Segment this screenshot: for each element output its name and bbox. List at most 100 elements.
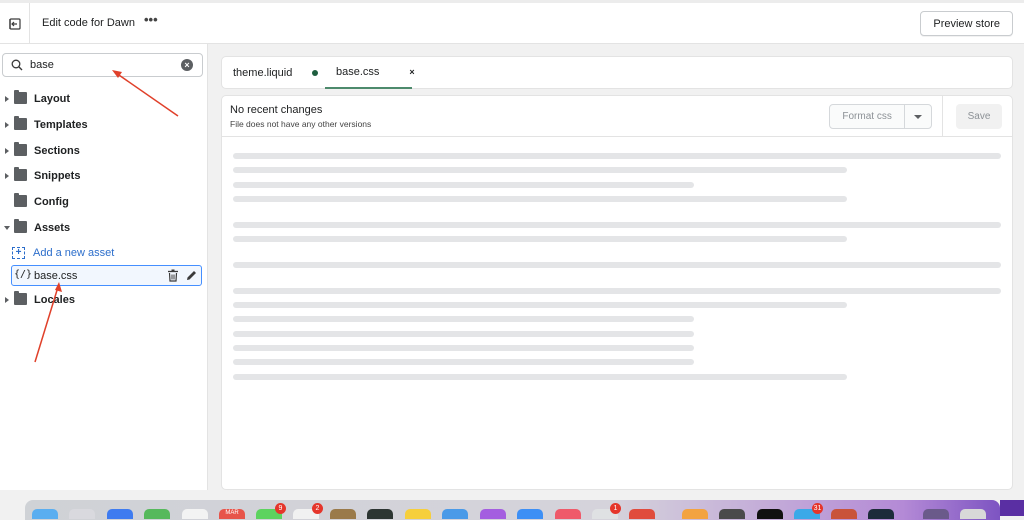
close-tab-icon[interactable]: × <box>409 67 414 77</box>
exit-icon <box>8 17 21 30</box>
chevron-right-icon <box>5 96 9 102</box>
folder-label: Locales <box>34 294 75 306</box>
photos-icon[interactable] <box>182 509 208 519</box>
more-actions-button[interactable]: ••• <box>144 12 158 27</box>
podcasts-icon[interactable] <box>480 509 506 519</box>
skeleton-line <box>233 236 847 242</box>
skeleton-line <box>233 345 694 351</box>
downloads-stack-icon[interactable] <box>923 509 949 519</box>
folder-icon <box>14 291 27 305</box>
code-file-icon: {/} <box>14 269 33 280</box>
folder-icon <box>14 90 27 104</box>
chevron-right-icon <box>5 173 9 179</box>
folder-icon <box>14 167 27 181</box>
top-bar: Edit code for Dawn ••• Preview store <box>0 0 1024 44</box>
notification-badge: 31 <box>812 503 823 514</box>
skeleton-line <box>233 331 694 337</box>
app-icon[interactable] <box>367 509 393 519</box>
notification-badge: 9 <box>275 503 286 514</box>
desktop-wallpaper <box>1000 500 1024 516</box>
page-title: Edit code for Dawn <box>42 17 135 29</box>
folder-label: Assets <box>34 222 71 234</box>
file-sidebar: × Layout Templates Sections Snippets Con… <box>0 44 208 490</box>
safari-icon[interactable] <box>442 509 468 519</box>
folder-label: Snippets <box>34 170 81 182</box>
app-icon[interactable] <box>719 509 745 519</box>
divider <box>942 96 943 137</box>
notification-badge: 1 <box>610 503 621 514</box>
music-icon[interactable] <box>555 509 581 519</box>
notes-icon[interactable] <box>405 509 431 519</box>
search-icon <box>11 59 23 71</box>
skeleton-line <box>233 167 847 173</box>
chevron-right-icon <box>5 297 9 303</box>
app-icon[interactable] <box>330 509 356 519</box>
folder-sections[interactable]: Sections <box>0 140 208 162</box>
skeleton-line <box>233 316 694 322</box>
skeleton-line <box>233 359 694 365</box>
folder-snippets[interactable]: Snippets <box>0 165 208 187</box>
folder-assets[interactable]: Assets <box>0 217 208 239</box>
tab-base-css[interactable]: base.css × <box>325 57 415 89</box>
app-icon[interactable] <box>107 509 133 519</box>
folder-config[interactable]: Config <box>0 191 208 213</box>
format-css-split-button: Format css <box>829 104 932 129</box>
app-icon[interactable] <box>868 509 894 519</box>
unsaved-dot-icon <box>312 70 318 76</box>
folder-templates[interactable]: Templates <box>0 114 208 136</box>
launchpad-icon[interactable] <box>69 509 95 519</box>
file-item-base-css[interactable]: {/} base.css <box>11 265 202 286</box>
skeleton-line <box>233 262 1001 268</box>
skeleton-line <box>233 153 1001 159</box>
tab-theme-liquid[interactable]: theme.liquid <box>233 57 292 89</box>
folder-locales[interactable]: Locales <box>0 289 208 311</box>
macos-dock: MAR 9 2 1 31 <box>25 500 1000 520</box>
skeleton-line <box>233 182 694 188</box>
skeleton-line <box>233 196 847 202</box>
preview-store-button[interactable]: Preview store <box>920 11 1013 36</box>
add-file-icon: + <box>12 247 25 259</box>
folder-icon <box>14 193 27 207</box>
maps-icon[interactable] <box>144 509 170 519</box>
calendar-icon[interactable]: MAR <box>219 509 245 519</box>
folder-label: Config <box>34 196 69 208</box>
format-css-button[interactable]: Format css <box>830 105 906 128</box>
terminal-icon[interactable] <box>757 509 783 519</box>
pencil-icon[interactable] <box>185 269 198 282</box>
skeleton-line <box>233 302 847 308</box>
file-search: × <box>2 53 203 77</box>
trash-icon[interactable] <box>167 269 179 282</box>
folder-label: Templates <box>34 119 88 131</box>
tab-label: base.css <box>336 66 380 78</box>
save-button[interactable]: Save <box>956 104 1002 129</box>
caret-down-icon <box>914 114 923 119</box>
chevron-down-icon <box>4 226 10 230</box>
folder-label: Sections <box>34 145 80 157</box>
code-editor: No recent changes File does not have any… <box>221 95 1013 490</box>
chevron-right-icon <box>5 122 9 128</box>
editor-header: No recent changes File does not have any… <box>222 96 1012 137</box>
skeleton-line <box>233 288 1001 294</box>
skeleton-line <box>233 222 1001 228</box>
file-tabs: theme.liquid base.css × <box>221 56 1013 89</box>
clear-search-icon[interactable]: × <box>181 59 193 71</box>
finder-icon[interactable] <box>32 509 58 519</box>
skeleton-line <box>233 374 847 380</box>
chrome-icon[interactable] <box>629 509 655 519</box>
folder-icon <box>14 142 27 156</box>
trash-bin-icon[interactable] <box>960 509 986 519</box>
notification-badge: 2 <box>312 503 323 514</box>
add-asset-link[interactable]: + Add a new asset <box>12 244 114 262</box>
format-options-button[interactable] <box>905 105 931 128</box>
versions-subtitle: File does not have any other versions <box>230 119 372 129</box>
file-label: base.css <box>34 270 78 282</box>
add-asset-label: Add a new asset <box>33 247 115 259</box>
exit-button[interactable] <box>0 3 30 44</box>
versions-title: No recent changes <box>230 104 323 116</box>
app-icon[interactable] <box>831 509 857 519</box>
app-store-icon[interactable] <box>517 509 543 519</box>
search-input[interactable] <box>30 59 170 71</box>
folder-layout[interactable]: Layout <box>0 88 208 110</box>
app-icon[interactable] <box>682 509 708 519</box>
folder-icon <box>14 219 27 233</box>
